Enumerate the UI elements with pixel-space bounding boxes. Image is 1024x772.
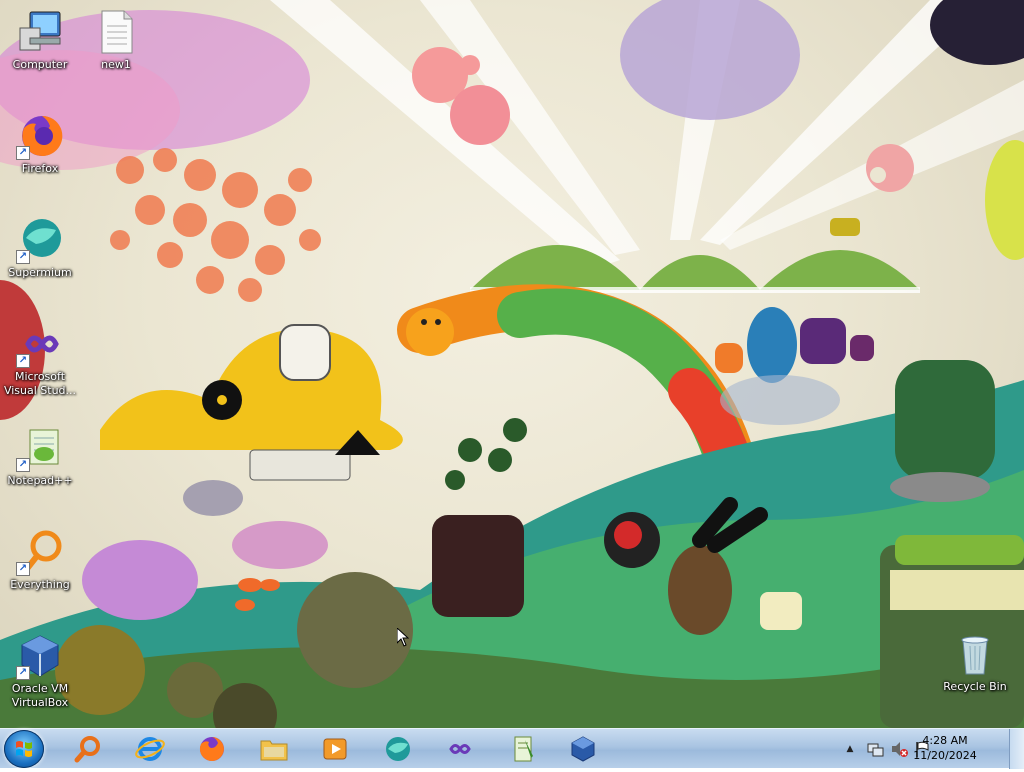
taskbar-search-button[interactable] [66, 732, 110, 766]
virtualbox-icon: ↗ [16, 632, 64, 680]
desktop-icon-label: Everything [10, 578, 70, 591]
firefox-icon: ↗ [16, 112, 64, 160]
start-button[interactable] [4, 730, 44, 768]
recycle-bin-icon [951, 630, 999, 678]
everything-icon: ↗ [16, 528, 64, 576]
taskbar-virtualbox-button[interactable] [561, 732, 605, 766]
desktop[interactable]: Computer new1 ↗ Firefox ↗ Supermium ↗ Mi… [0, 0, 1024, 728]
clock-date: 11/20/2024 [913, 749, 977, 762]
desktop-icon-label: new1 [101, 58, 131, 71]
shortcut-arrow-icon: ↗ [16, 354, 30, 368]
visual-studio-icon [449, 744, 471, 754]
network-icon[interactable] [865, 739, 885, 759]
show-desktop-button[interactable] [1009, 729, 1024, 769]
virtualbox-icon [571, 736, 595, 762]
supermium-icon: ↗ [16, 216, 64, 264]
taskbar: ▲ 4:28 AM 11/20/2024 [0, 728, 1024, 769]
desktop-icon-label: Oracle VM VirtualBox [11, 682, 69, 709]
supermium-icon [386, 737, 410, 761]
shortcut-arrow-icon: ↗ [16, 666, 30, 680]
desktop-icon-everything[interactable]: ↗ Everything [0, 528, 80, 592]
volume-muted-icon[interactable] [889, 739, 909, 759]
desktop-icon-new1[interactable]: new1 [76, 8, 156, 72]
firefox-icon [199, 737, 224, 761]
desktop-icon-label: Recycle Bin [943, 680, 1007, 693]
notepadpp-icon [514, 736, 533, 762]
computer-icon [16, 8, 64, 56]
show-hidden-icons-icon[interactable]: ▲ [843, 744, 857, 754]
desktop-icon-virtualbox[interactable]: ↗ Oracle VM VirtualBox [0, 632, 80, 710]
wallpaper [0, 0, 1024, 728]
desktop-icon-label: Firefox [21, 162, 59, 175]
taskbar-supermium-button[interactable] [376, 732, 420, 766]
desktop-icon-recycle-bin[interactable]: Recycle Bin [935, 630, 1015, 694]
file-explorer-icon [260, 740, 288, 761]
text-file-icon [92, 8, 140, 56]
shortcut-arrow-icon: ↗ [16, 562, 30, 576]
taskbar-firefox-button[interactable] [190, 732, 234, 766]
windows-logo-icon [16, 741, 32, 757]
mouse-cursor-icon [397, 628, 409, 647]
desktop-icon-supermium[interactable]: ↗ Supermium [0, 216, 80, 280]
taskbar-visual-studio-button[interactable] [438, 732, 482, 766]
taskbar-internet-explorer-button[interactable] [128, 732, 172, 766]
desktop-icon-label: Computer [12, 58, 68, 71]
desktop-icon-notepadpp[interactable]: ↗ Notepad++ [0, 424, 80, 488]
desktop-icon-label: Microsoft Visual Stud... [3, 370, 77, 397]
desktop-icon-firefox[interactable]: ↗ Firefox [0, 112, 80, 176]
search-icon [74, 736, 100, 763]
shortcut-arrow-icon: ↗ [16, 146, 30, 160]
taskbar-media-player-button[interactable] [313, 732, 357, 766]
clock-time: 4:28 AM [922, 734, 968, 747]
visual-studio-icon: ↗ [16, 320, 64, 368]
shortcut-arrow-icon: ↗ [16, 250, 30, 264]
taskbar-notepadpp-button[interactable] [500, 732, 544, 766]
taskbar-file-explorer-button[interactable] [252, 732, 296, 766]
clock[interactable]: 4:28 AM 11/20/2024 [910, 733, 980, 763]
notepadpp-icon: ↗ [16, 424, 64, 472]
desktop-icon-label: Supermium [8, 266, 72, 279]
shortcut-arrow-icon: ↗ [16, 458, 30, 472]
desktop-icon-computer[interactable]: Computer [0, 8, 80, 72]
desktop-icon-visual-studio[interactable]: ↗ Microsoft Visual Stud... [0, 320, 80, 398]
internet-explorer-icon [135, 737, 165, 761]
desktop-icon-label: Notepad++ [7, 474, 73, 487]
media-player-icon [323, 738, 347, 760]
